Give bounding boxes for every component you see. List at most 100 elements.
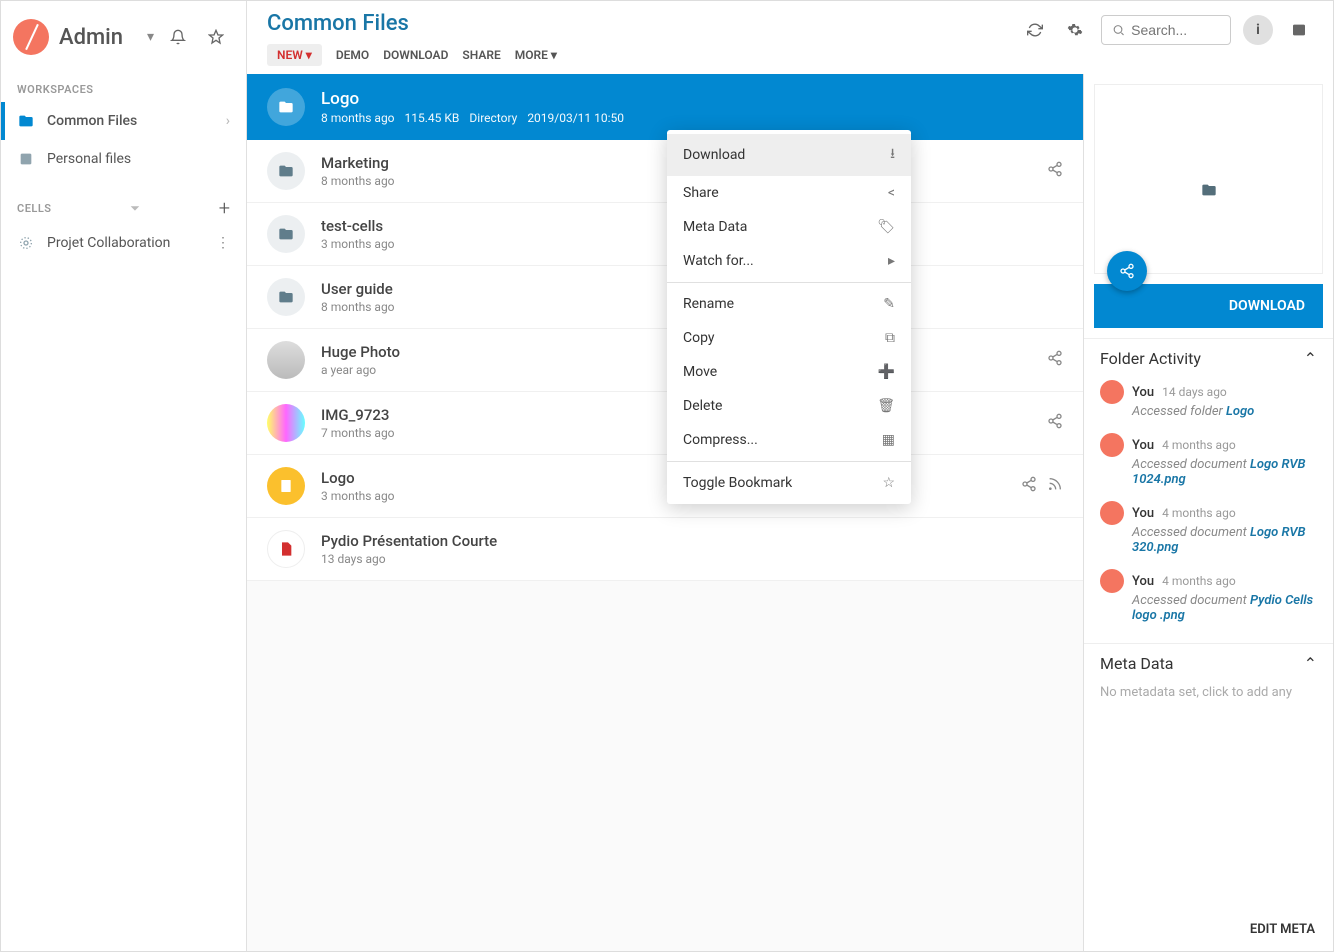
share-icon[interactable] [1047, 413, 1063, 433]
context-label: Share [683, 185, 719, 201]
chevron-right-icon: ▸ [888, 253, 895, 269]
sidebar-item-projet-collaboration[interactable]: Projet Collaboration ⋮ [1, 224, 246, 262]
folder-icon [17, 112, 35, 130]
rss-icon[interactable] [1047, 476, 1063, 496]
context-label: Move [683, 364, 717, 380]
toolbar-demo[interactable]: DEMO [336, 48, 369, 62]
folder-icon [1201, 146, 1217, 212]
activity-time: 4 months ago [1162, 506, 1236, 520]
separator [667, 282, 911, 283]
context-label: Rename [683, 296, 734, 312]
context-copy[interactable]: Copy⧉ [667, 321, 911, 355]
metadata-empty[interactable]: No metadata set, click to add any [1100, 685, 1317, 700]
plus-icon[interactable]: + [219, 196, 230, 220]
person-icon [17, 150, 35, 168]
context-rename[interactable]: Rename ✎ [667, 287, 911, 321]
activity-desc: Accessed document Pydio Cells logo .png [1132, 593, 1317, 623]
chevron-down-icon: ▾ [147, 29, 154, 45]
chevron-down-icon: ▾ [306, 48, 312, 62]
context-label: Compress... [683, 432, 758, 448]
file-row[interactable]: Pydio Présentation Courte13 days ago [247, 518, 1083, 581]
folder-icon [267, 88, 305, 126]
metadata-section: Meta Data ⌃ No metadata set, click to ad… [1084, 643, 1333, 710]
context-label: Download [683, 147, 745, 163]
activity-link[interactable]: Logo RVB 320.png [1132, 525, 1306, 555]
chevron-right-icon: › [226, 113, 230, 129]
context-meta-data[interactable]: Meta Data🏷 [667, 210, 911, 244]
page-title: Common Files [267, 11, 1005, 36]
trash-icon: 🗑 [877, 398, 895, 414]
user-name: Admin [59, 25, 137, 50]
avatar-icon [1100, 501, 1124, 525]
activity-row: You 4 months ago [1100, 501, 1317, 525]
context-label: Watch for... [683, 253, 754, 269]
context-compress-[interactable]: Compress... ▦ [667, 423, 911, 457]
context-toggle-bookmark[interactable]: Toggle Bookmark☆ [667, 466, 911, 500]
bell-icon[interactable] [164, 23, 192, 51]
selected-type: Directory [469, 111, 517, 125]
file-row[interactable]: Marketing8 months ago [247, 140, 1083, 203]
toolbar-share[interactable]: SHARE [462, 48, 500, 62]
activity-section: Folder Activity ⌃ You14 days agoAccessed… [1084, 338, 1333, 643]
chevron-up-icon[interactable]: ⌃ [1304, 654, 1317, 673]
activity-row: You4 months ago [1100, 569, 1317, 593]
refresh-icon[interactable] [1021, 16, 1049, 44]
context-label: Meta Data [683, 219, 747, 235]
share-icon[interactable] [1047, 161, 1063, 181]
sidebar-item-common-files[interactable]: Common Files › [1, 102, 246, 140]
chevron-up-icon[interactable]: ⌃ [1304, 349, 1317, 368]
context-download[interactable]: Download⭳ [667, 134, 911, 176]
user-menu[interactable]: Admin ▾ [1, 9, 246, 73]
file-row[interactable]: IMG_97237 months ago [247, 392, 1083, 455]
cell-icon [17, 234, 35, 252]
more-icon[interactable]: ⋮ [216, 235, 230, 251]
activity-row: You4 months ago [1100, 433, 1317, 457]
activity-time: 14 days ago [1162, 385, 1227, 399]
avatar-icon [1100, 380, 1124, 404]
star-icon[interactable] [202, 23, 230, 51]
activity-link[interactable]: Logo RVB 1024.png [1132, 457, 1306, 487]
file-row[interactable]: Logo3 months ago [247, 455, 1083, 518]
toolbar-more[interactable]: MORE ▾ [515, 48, 557, 62]
selected-date: 2019/03/11 10:50 [527, 111, 624, 125]
details-panel: DOWNLOAD Folder Activity ⌃ You14 days ag… [1083, 74, 1333, 951]
search-input[interactable] [1101, 15, 1231, 45]
activity-link[interactable]: Logo [1226, 404, 1254, 419]
file-row[interactable]: test-cells3 months ago [247, 203, 1083, 266]
context-label: Copy [683, 330, 715, 346]
context-watch-for-[interactable]: Watch for... ▸ [667, 244, 911, 278]
avatar-icon [1100, 569, 1124, 593]
activity-time: 4 months ago [1162, 574, 1236, 588]
activity-time: 4 months ago [1162, 438, 1236, 452]
toolbar: NEW ▾ DEMO DOWNLOAD SHARE MORE ▾ [267, 44, 1005, 74]
cells-label: CELLS [17, 202, 52, 215]
toolbar-download[interactable]: DOWNLOAD [383, 48, 448, 62]
context-share[interactable]: Share < [667, 176, 911, 210]
context-delete[interactable]: Delete🗑 [667, 389, 911, 423]
move-icon: ➕ [878, 364, 895, 380]
selected-age: 8 months ago [321, 111, 395, 125]
new-button[interactable]: NEW ▾ [267, 44, 322, 66]
sidebar-item-personal-files[interactable]: Personal files [1, 140, 246, 178]
share-icon[interactable] [1047, 350, 1063, 370]
filter-icon[interactable]: ⏷ [130, 201, 140, 216]
file-row[interactable]: Huge Photoa year ago [247, 329, 1083, 392]
activity-desc: Accessed document Logo RVB 320.png [1132, 525, 1317, 555]
compress-icon: ▦ [882, 432, 895, 448]
file-list: Logo 8 months ago 115.45 KB Directory 20… [247, 74, 1083, 951]
search-field[interactable] [1131, 22, 1220, 38]
activity-user: You [1132, 506, 1154, 521]
share-icon[interactable] [1021, 476, 1037, 496]
share-icon: < [888, 185, 895, 201]
file-row[interactable]: User guide8 months ago [247, 266, 1083, 329]
edit-meta-button[interactable]: EDIT META [1084, 908, 1333, 951]
edit-icon: ✎ [883, 296, 895, 312]
activity-link[interactable]: Pydio Cells logo .png [1132, 593, 1313, 623]
main: Common Files NEW ▾ DEMO DOWNLOAD SHARE M… [247, 1, 1333, 951]
workspaces-label: WORKSPACES [1, 73, 246, 102]
context-move[interactable]: Move ➕ [667, 355, 911, 389]
share-button[interactable] [1107, 251, 1147, 291]
address-book-icon[interactable] [1285, 16, 1313, 44]
gear-icon[interactable] [1061, 16, 1089, 44]
info-icon[interactable]: i [1243, 15, 1273, 45]
